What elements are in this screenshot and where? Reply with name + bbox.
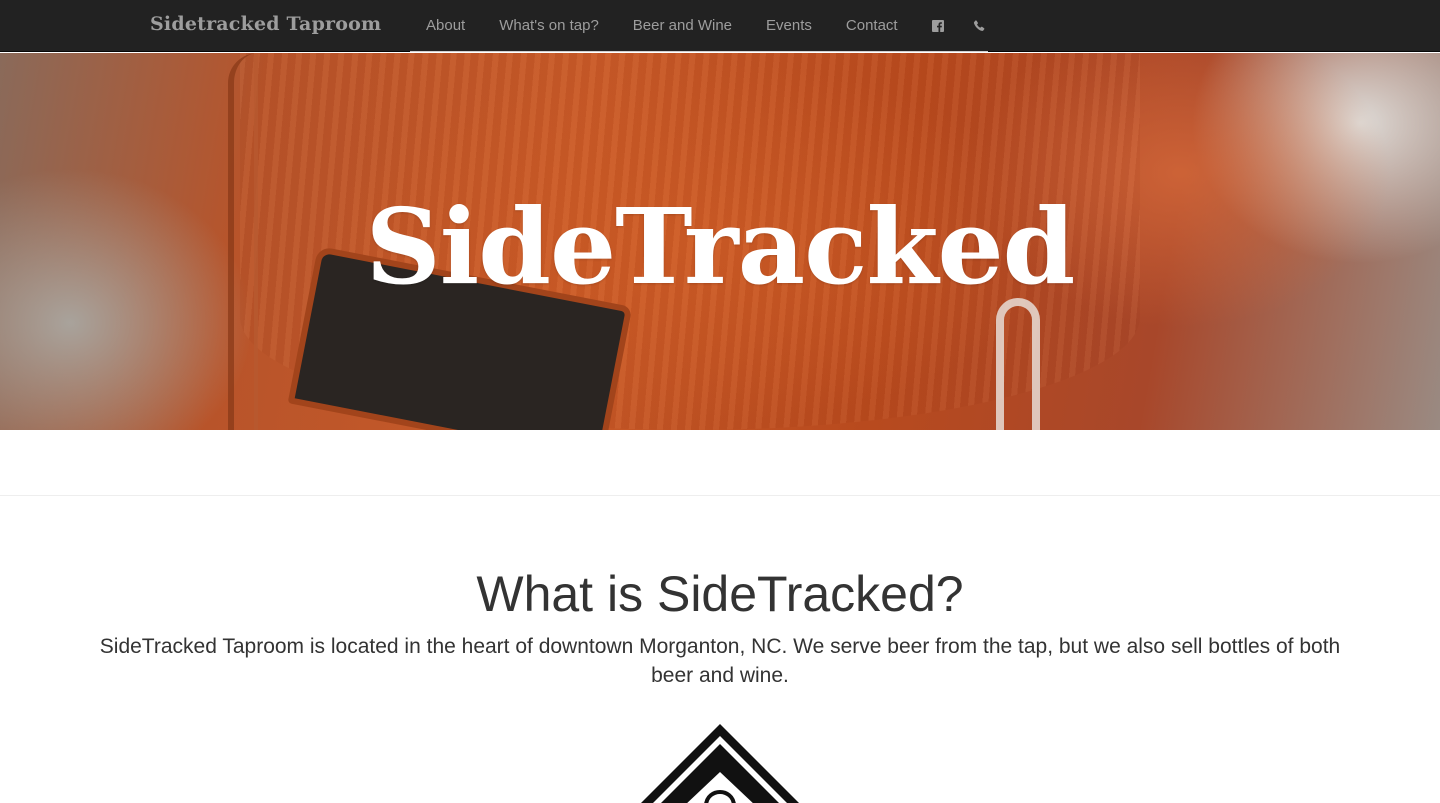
facebook-icon — [931, 19, 944, 32]
railroad-crossing-logo — [641, 724, 799, 803]
nav-item-beer-and-wine[interactable]: Beer and Wine — [616, 0, 749, 52]
section-divider — [0, 495, 1440, 496]
nav-item-events[interactable]: Events — [749, 0, 829, 52]
hero-background-pipe — [996, 298, 1040, 430]
hero-title: SideTracked — [365, 185, 1076, 308]
navbar: Sidetracked Taproom About What's on tap?… — [0, 0, 1440, 52]
brand-link[interactable]: Sidetracked Taproom — [150, 13, 381, 35]
nav-menu: About What's on tap? Beer and Wine Event… — [410, 0, 988, 52]
nav-item-about[interactable]: About — [410, 0, 482, 52]
facebook-link[interactable] — [915, 0, 956, 52]
about-heading: What is SideTracked? — [476, 566, 964, 622]
phone-icon — [973, 19, 984, 31]
about-description: SideTracked Taproom is located in the he… — [99, 635, 1341, 687]
nav-item-contact[interactable]: Contact — [829, 0, 915, 52]
nav-item-whats-on-tap[interactable]: What's on tap? — [482, 0, 616, 52]
phone-link[interactable] — [956, 0, 997, 52]
hero-banner: SideTracked — [0, 53, 1440, 430]
